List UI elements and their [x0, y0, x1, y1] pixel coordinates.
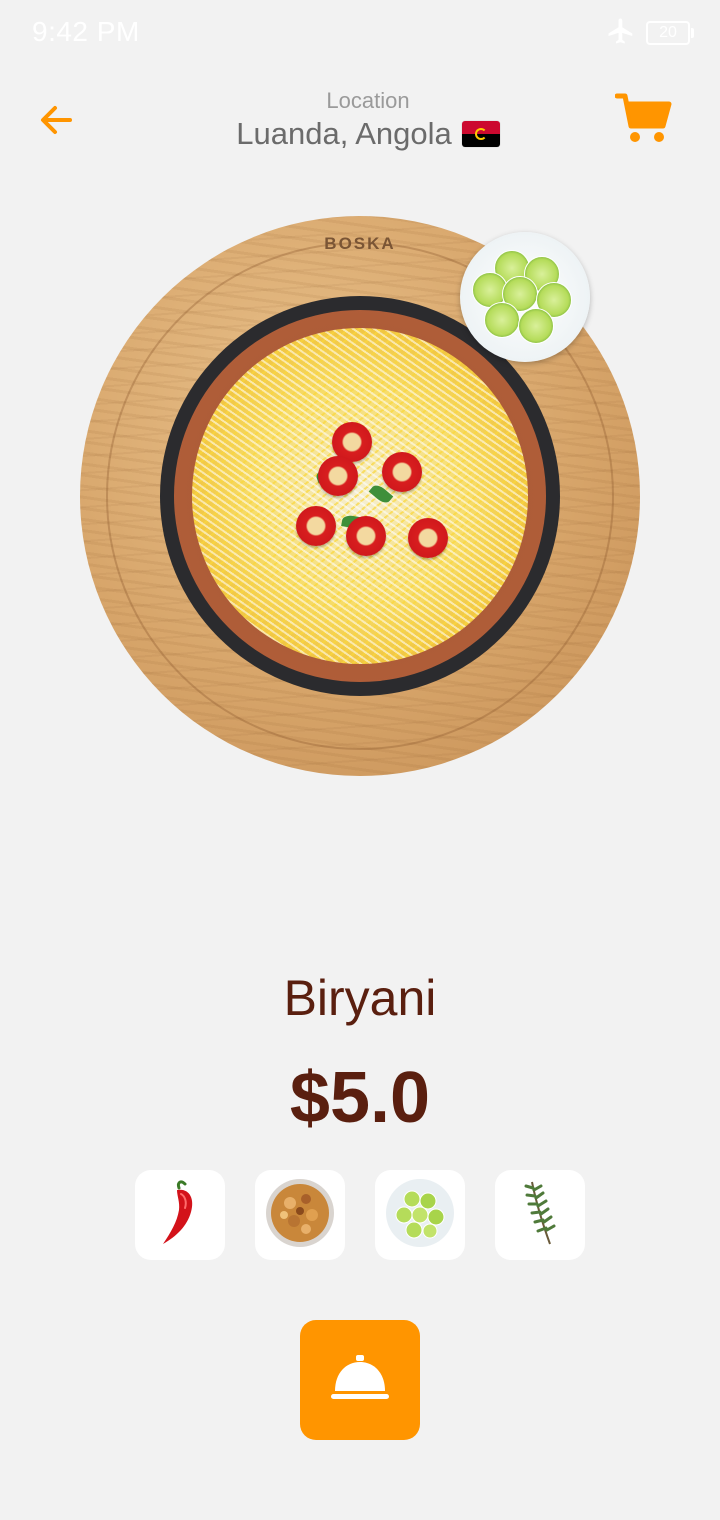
chili-slice: [382, 452, 422, 492]
battery-level: 20: [659, 24, 677, 41]
lime-slice: [484, 302, 520, 338]
battery-icon: 20: [646, 21, 694, 45]
angola-flag-icon: [461, 121, 500, 147]
rosemary-icon: [520, 1178, 560, 1253]
product-price: $5.0: [289, 1058, 431, 1138]
location-text: Luanda, Angola: [236, 116, 452, 151]
lime-bowl: [460, 232, 590, 362]
location-block[interactable]: Location Luanda, Angola: [160, 86, 576, 152]
airplane-icon: [606, 16, 636, 51]
mixed-nuts-icon: [264, 1177, 336, 1254]
chili-slice: [318, 456, 358, 496]
addon-list: [135, 1170, 585, 1260]
biryani-dish-image: BOSKA: [80, 216, 640, 776]
addon-rosemary[interactable]: [495, 1170, 585, 1260]
rice: [192, 328, 528, 664]
status-bar: 9:42 PM 20: [0, 0, 720, 66]
cart-button[interactable]: [612, 90, 676, 150]
chili-slice: [296, 506, 336, 546]
product-name: Biryani: [283, 970, 437, 1026]
cart-icon: [614, 92, 673, 149]
status-time: 9:42 PM: [32, 16, 140, 47]
back-button[interactable]: [30, 96, 82, 148]
lime-slices-icon: [384, 1177, 456, 1254]
addon-lime[interactable]: [375, 1170, 465, 1260]
location-value[interactable]: Luanda, Angola: [236, 116, 500, 152]
arrow-left-icon: [36, 100, 76, 145]
chili-slice: [346, 516, 386, 556]
addon-nuts[interactable]: [255, 1170, 345, 1260]
status-icons: 20: [606, 16, 694, 51]
lime-slice: [518, 308, 554, 344]
chili-pepper-icon: [155, 1178, 205, 1253]
location-label: Location: [326, 88, 410, 113]
service-bell-icon: [329, 1353, 391, 1408]
order-button[interactable]: [300, 1320, 420, 1440]
addon-chili[interactable]: [135, 1170, 225, 1260]
chili-slice: [408, 518, 448, 558]
